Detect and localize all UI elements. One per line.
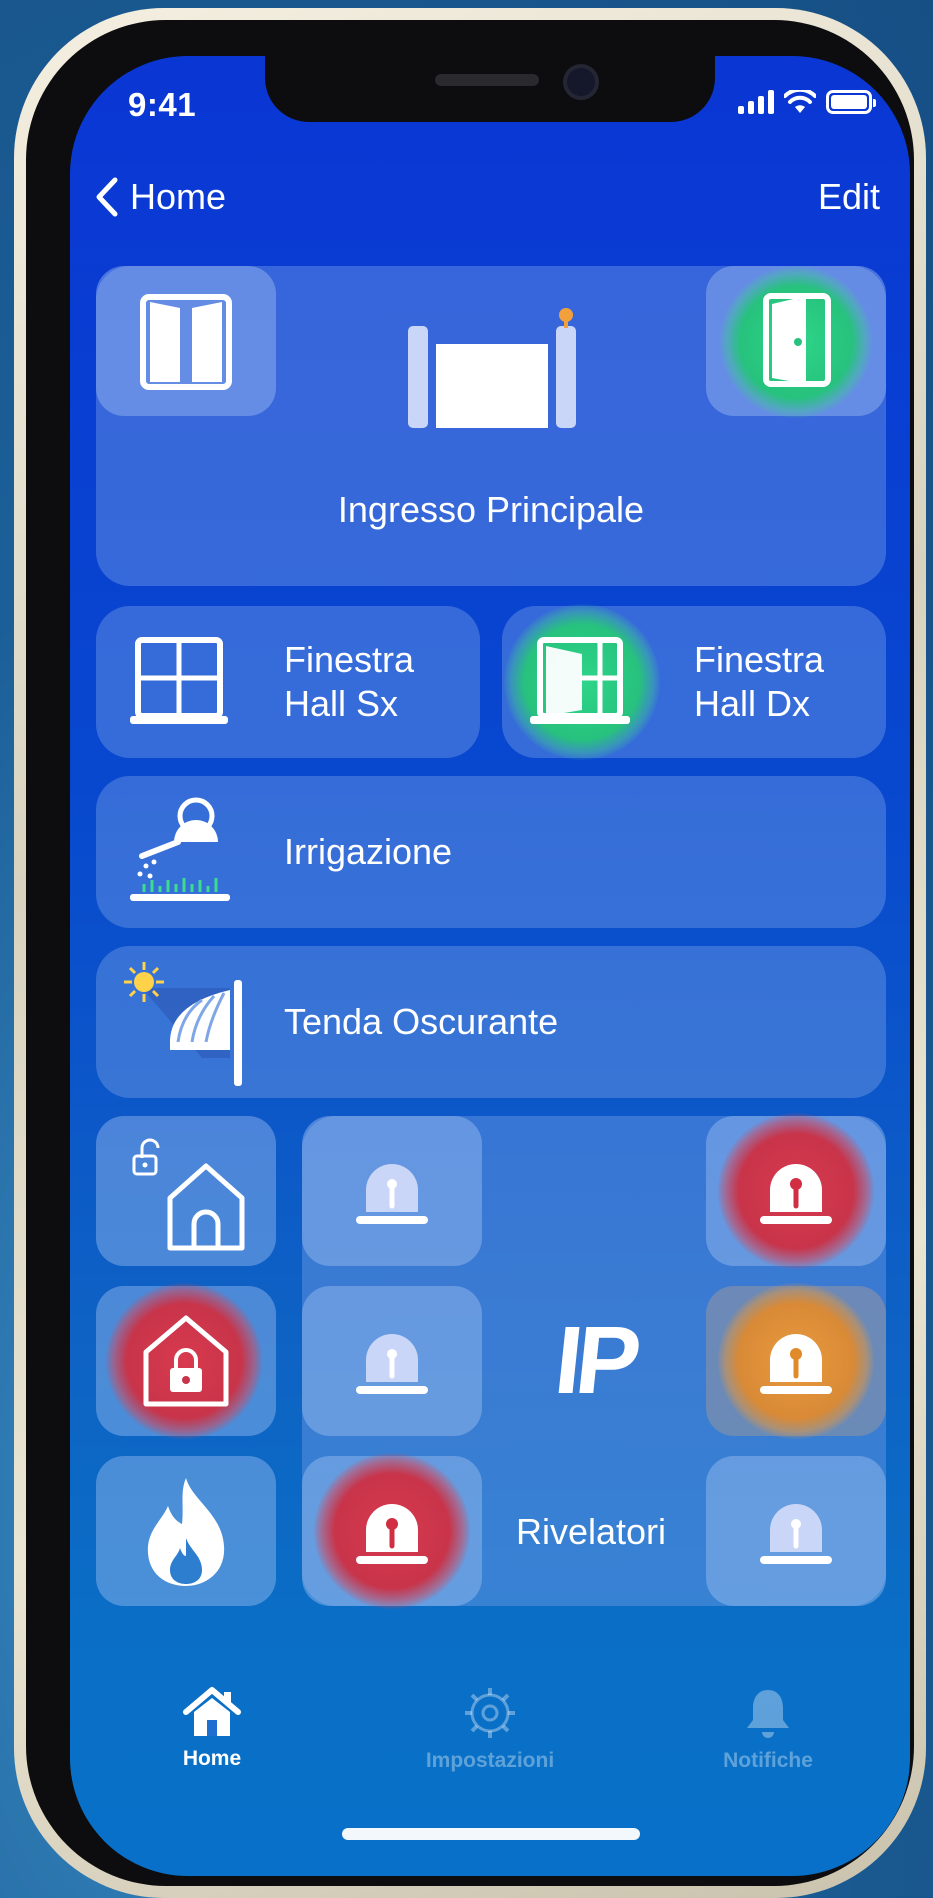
window-hall-dx-label-line2: Hall Dx [694,683,811,724]
edit-button[interactable]: Edit [818,176,880,218]
window-open-icon [530,637,630,724]
signal-icon [738,90,774,114]
window-hall-sx-label: Finestra Hall Sx [284,638,414,726]
siren-tile-2[interactable] [706,1113,886,1269]
back-button[interactable]: Home [94,176,226,218]
siren-alarm-icon [356,1504,428,1564]
siren-tile-1[interactable] [302,1116,482,1266]
back-label: Home [130,176,227,217]
awning-icon [124,962,242,1086]
window-hall-sx-card[interactable]: Finestra Hall Sx [96,606,480,758]
siren-alarm-icon [760,1164,832,1224]
wifi-icon [784,90,816,113]
double-door-tile[interactable] [96,266,276,416]
watering-can-icon [130,797,230,901]
window-closed-icon [130,637,228,724]
window-hall-sx-label-line2: Hall Sx [284,683,399,724]
siren-icon [760,1504,832,1564]
phone-screen: 9:41 Home Edit Ingresso Principale Fines… [70,56,910,1876]
door-open-icon [763,293,831,387]
detectors-label: Rivelatori [516,1511,667,1552]
front-camera [563,64,599,100]
status-icons [738,90,876,114]
tab-notifications-label: Notifiche [723,1749,813,1772]
home-indicator[interactable] [342,1828,640,1840]
security-disarmed-tile[interactable] [96,1116,276,1266]
window-hall-dx-card[interactable]: Finestra Hall Dx [502,604,886,760]
siren-warning-icon [760,1334,832,1394]
siren-icon [356,1334,428,1394]
fire-alarm-tile[interactable] [96,1456,276,1606]
double-door-icon [140,294,232,390]
fire-icon [147,1478,225,1586]
tab-bar: Home Impostazioni Notifiche [70,1686,910,1796]
chevron-left-icon [96,177,118,217]
siren-tile-5[interactable] [302,1453,482,1609]
house-icon [183,1687,241,1736]
irrigation-label: Irrigazione [284,831,453,872]
tab-settings[interactable]: Impostazioni [390,1686,590,1773]
tab-home-label: Home [182,1747,242,1770]
awning-card[interactable]: Tenda Oscurante [96,946,886,1098]
notch [265,56,715,122]
siren-tile-3[interactable] [302,1286,482,1436]
window-hall-dx-label: Finestra Hall Dx [694,638,824,726]
main-entrance-card[interactable]: Ingresso Principale [96,266,886,586]
speaker [435,74,539,86]
siren-icon [356,1164,428,1224]
window-hall-sx-label-line1: Finestra [284,639,415,680]
tab-settings-label: Impostazioni [425,1749,555,1772]
home-locked-icon [143,1315,229,1407]
ip-logo: IP [550,1307,641,1414]
battery-icon [826,90,876,114]
awning-label: Tenda Oscurante [284,1001,559,1042]
ip-detectors-card[interactable]: IP Rivelatori [302,1113,886,1609]
gear-icon [465,1688,515,1738]
tab-notifications[interactable]: Notifiche [668,1686,868,1773]
bell-icon [747,1690,789,1738]
gate-icon [408,308,576,428]
irrigation-card[interactable]: Irrigazione [96,776,886,928]
siren-tile-6[interactable] [706,1456,886,1606]
tab-home[interactable]: Home [112,1686,312,1771]
security-armed-tile[interactable] [96,1283,276,1439]
main-entrance-label: Ingresso Principale [337,489,645,530]
window-hall-dx-label-line1: Finestra [694,639,825,680]
home-unlocked-icon [132,1138,245,1251]
siren-tile-4[interactable] [706,1283,886,1439]
status-time: 9:41 [128,86,197,123]
front-door-tile[interactable] [706,266,886,418]
